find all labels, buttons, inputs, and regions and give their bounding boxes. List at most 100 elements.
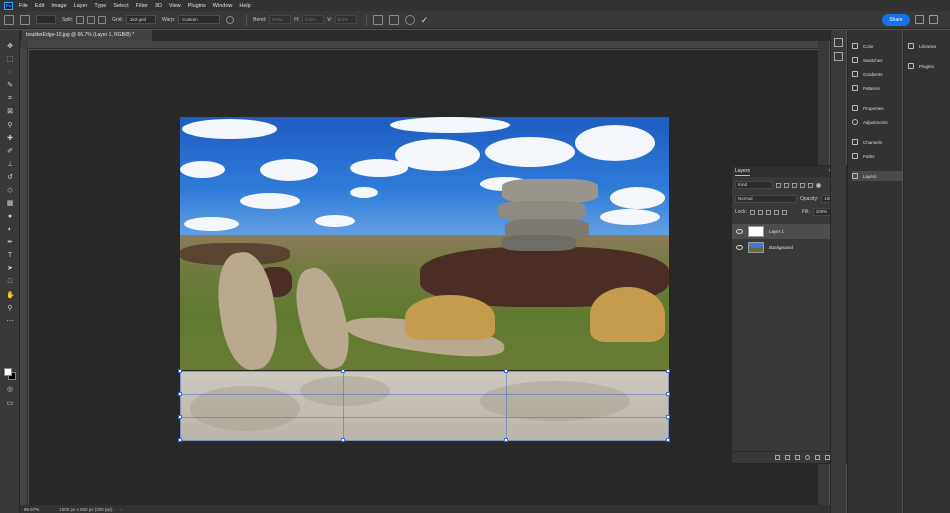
object-selection-tool-icon[interactable]: ✎ [6,82,14,90]
menu-3d[interactable]: 3D [155,3,162,9]
workspace-icon[interactable] [929,15,938,24]
dock-gradients[interactable]: Gradients [852,69,902,79]
menu-select[interactable]: Select [113,3,128,9]
foreground-color-swatch[interactable] [4,368,12,376]
rectangle-tool-icon[interactable]: □ [6,278,14,286]
dock-patterns[interactable]: Patterns [852,83,902,93]
background-image[interactable] [180,117,669,370]
transform-handle[interactable] [341,438,345,442]
transform-handle[interactable] [178,438,182,442]
eyedropper-tool-icon[interactable]: ⚲ [6,122,14,130]
link-layers-icon[interactable] [775,455,780,460]
dock-paths[interactable]: Paths [852,151,902,161]
v-input[interactable]: 0.0% [334,15,357,24]
dock-color[interactable]: Color [852,41,902,51]
warp-tool-icon[interactable] [20,14,30,25]
menu-window[interactable]: Window [213,3,233,9]
undo-icon[interactable] [388,14,399,25]
menu-type[interactable]: Type [94,3,106,9]
add-mask-icon[interactable] [795,455,800,460]
menu-help[interactable]: Help [239,3,250,9]
layers-tab[interactable]: Layers [735,168,751,176]
transform-handle[interactable] [178,415,182,419]
filter-shape-icon[interactable] [800,182,805,188]
screen-mode-icon[interactable]: ▭ [6,400,14,408]
new-group-icon[interactable] [815,455,820,460]
path-selection-tool-icon[interactable]: ➤ [6,265,14,273]
dock-adjustments[interactable]: Adjustments [852,117,902,127]
menu-image[interactable]: Image [51,3,66,9]
crop-tool-icon[interactable]: ⌗ [6,95,14,103]
menu-filter[interactable]: Filter [136,3,148,9]
dock-properties[interactable]: Properties [852,103,902,113]
vertical-ruler[interactable] [20,49,28,505]
healing-brush-tool-icon[interactable]: ✚ [6,135,14,143]
transform-handle[interactable] [178,392,182,396]
pen-tool-icon[interactable]: ✒ [6,239,14,247]
marquee-tool-icon[interactable]: ⬚ [6,56,14,64]
transform-handle[interactable] [504,438,508,442]
move-tool-icon[interactable]: ✥ [6,43,14,51]
type-tool-icon[interactable]: T [6,252,14,260]
menu-edit[interactable]: Edit [35,3,44,9]
lasso-tool-icon[interactable]: ◌ [6,69,14,77]
photoshop-logo-icon[interactable]: Ps [4,1,13,10]
menu-layer[interactable]: Layer [74,3,88,9]
search-icon[interactable] [915,15,924,24]
transform-handle[interactable] [666,369,670,373]
document-info[interactable]: 1000 px x 560 px (300 ppi) [59,507,112,512]
warp-dropdown[interactable]: Custom [178,15,221,24]
filter-smart-object-icon[interactable] [808,182,813,188]
status-arrow-icon[interactable]: › [121,507,123,512]
commit-transform-icon[interactable]: ✓ [421,15,431,25]
blend-mode-dropdown[interactable]: Normal [735,195,797,203]
menu-view[interactable]: View [169,3,181,9]
filter-kind-dropdown[interactable]: Kind [735,181,773,189]
filter-type-icon[interactable] [792,182,797,188]
transform-handle[interactable] [666,392,670,396]
lock-all-icon[interactable] [781,209,787,215]
transform-handle[interactable] [504,369,508,373]
puppet-icon[interactable] [372,14,383,25]
history-icon[interactable] [834,38,843,47]
dodge-tool-icon[interactable]: ◐ [6,226,14,234]
zoom-level[interactable]: 66.67% [24,507,39,512]
layer-style-icon[interactable] [785,455,790,460]
transform-handle[interactable] [178,369,182,373]
history-brush-tool-icon[interactable]: ↺ [6,174,14,182]
layer-row-background[interactable]: Background [732,240,846,255]
document-tab[interactable]: boulderEdge-10.jpg @ 66.7% (Layer 1, RGB… [22,30,152,41]
split-crosswise-icon[interactable] [76,15,85,24]
horizontal-ruler[interactable] [28,41,818,49]
filter-pixel-icon[interactable] [776,182,781,188]
lock-transparent-icon[interactable] [749,209,755,215]
transform-handle[interactable] [341,369,345,373]
tool-preset-dropdown[interactable] [36,15,56,24]
clone-stamp-tool-icon[interactable]: ⊥ [6,161,14,169]
transform-handle[interactable] [666,415,670,419]
brush-tool-icon[interactable]: ✐ [6,148,14,156]
lock-position-icon[interactable] [765,209,771,215]
quick-mask-icon[interactable]: ◎ [6,386,14,394]
lock-artboard-icon[interactable] [773,209,779,215]
menu-file[interactable]: File [19,3,28,9]
adjustments-panel-icon[interactable] [834,52,843,61]
menu-plugins[interactable]: Plugins [188,3,206,9]
lock-image-icon[interactable] [757,209,763,215]
hand-tool-icon[interactable]: ✋ [6,292,15,300]
share-button[interactable]: Share [882,14,910,26]
h-input[interactable]: 0.0% [302,15,325,24]
blur-tool-icon[interactable]: ● [6,213,14,221]
warp-orientation-icon[interactable] [226,15,235,24]
dock-channels[interactable]: Channels [852,137,902,147]
visibility-eye-icon[interactable] [736,245,743,250]
edit-toolbar-icon[interactable]: ⋯ [6,318,14,326]
transform-handle[interactable] [666,438,670,442]
cancel-transform-icon[interactable] [404,14,415,25]
split-horizontal-icon[interactable] [98,15,107,24]
home-icon[interactable] [4,14,14,25]
dock-libraries[interactable]: Libraries [908,41,948,51]
visibility-eye-icon[interactable] [736,229,743,234]
filter-adjustment-icon[interactable] [784,182,789,188]
zoom-tool-icon[interactable]: ⚲ [6,305,14,313]
